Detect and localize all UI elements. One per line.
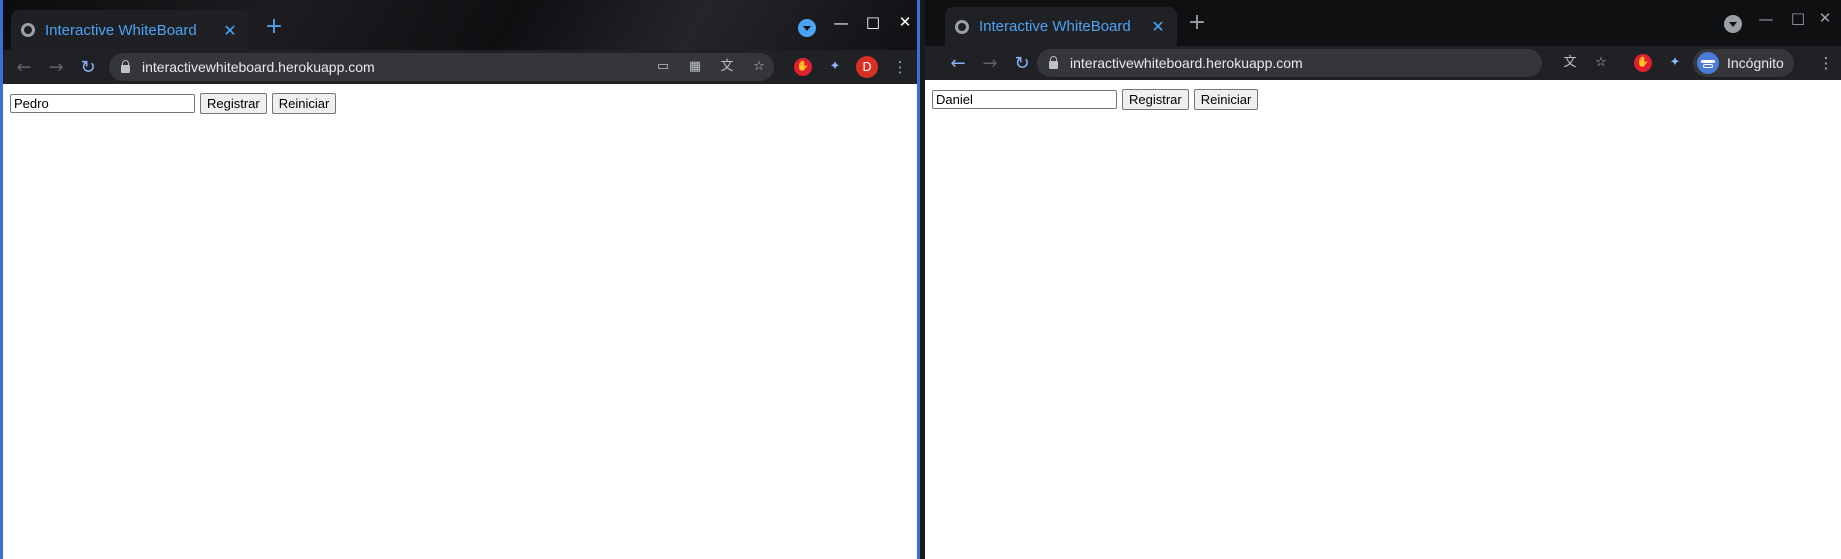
close-icon[interactable]: ✕	[221, 21, 239, 40]
plus-icon[interactable]: +	[1185, 12, 1209, 36]
star-icon[interactable]: ☆	[1592, 54, 1610, 72]
page-content: Registrar Reiniciar	[3, 84, 917, 559]
cast-icon[interactable]: ▭	[654, 58, 672, 76]
close-window-icon[interactable]: ✕	[894, 13, 916, 31]
kebab-menu-icon[interactable]: ⋮	[1817, 54, 1835, 72]
maximize-icon[interactable]: □	[862, 13, 884, 31]
avatar[interactable]: D	[856, 56, 878, 78]
incognito-label: Incógnito	[1727, 55, 1784, 71]
register-form: Registrar Reiniciar	[932, 89, 1259, 110]
forward-icon[interactable]: →	[979, 53, 1001, 74]
tab-title: Interactive WhiteBoard	[45, 21, 197, 39]
star-icon[interactable]: ☆	[750, 58, 768, 76]
register-button[interactable]: Registrar	[200, 93, 267, 114]
lock-icon	[121, 60, 130, 73]
incognito-icon	[1697, 52, 1719, 74]
minimize-icon[interactable]: —	[830, 14, 852, 32]
back-icon[interactable]: ←	[947, 53, 969, 74]
address-bar[interactable]: interactivewhiteboard.herokuapp.com	[109, 53, 774, 81]
globe-icon	[955, 19, 969, 34]
reset-button[interactable]: Reiniciar	[271, 93, 337, 114]
minimize-icon[interactable]: —	[1755, 10, 1777, 28]
tab-search-icon[interactable]	[1724, 15, 1742, 33]
plus-icon[interactable]: +	[262, 16, 286, 40]
incognito-badge[interactable]: Incógnito	[1693, 49, 1794, 77]
toolbar: ← → ↻ interactivewhiteboard.herokuapp.co…	[925, 46, 1841, 80]
tab-strip: Interactive WhiteBoard ✕ + — □ ✕	[925, 0, 1841, 46]
register-button[interactable]: Registrar	[1122, 89, 1189, 110]
adblock-icon[interactable]: ✋	[794, 58, 812, 76]
name-input[interactable]	[932, 90, 1117, 109]
address-bar[interactable]: interactivewhiteboard.herokuapp.com	[1037, 49, 1542, 77]
translate-icon[interactable]: 文	[1561, 54, 1579, 72]
qr-icon[interactable]: ▦	[686, 58, 704, 76]
url-text: interactivewhiteboard.herokuapp.com	[1070, 55, 1303, 71]
tab-search-icon[interactable]	[798, 19, 816, 37]
puzzle-icon[interactable]: ✦	[1666, 54, 1684, 72]
name-input[interactable]	[10, 94, 195, 113]
forward-icon[interactable]: →	[45, 57, 67, 78]
toolbar: ← → ↻ interactivewhiteboard.herokuapp.co…	[3, 50, 917, 84]
url-text: interactivewhiteboard.herokuapp.com	[142, 59, 375, 75]
tab-strip: Interactive WhiteBoard ✕ + — □ ✕	[3, 0, 917, 50]
tab-interactive-whiteboard[interactable]: Interactive WhiteBoard ✕	[945, 7, 1177, 46]
back-icon[interactable]: ←	[13, 57, 35, 78]
close-window-icon[interactable]: ✕	[1814, 9, 1836, 27]
browser-window-left: Interactive WhiteBoard ✕ + — □ ✕ ← → ↻ i…	[0, 0, 920, 559]
reset-button[interactable]: Reiniciar	[1193, 89, 1259, 110]
browser-window-right: Interactive WhiteBoard ✕ + — □ ✕ ← → ↻ i…	[925, 0, 1841, 559]
close-icon[interactable]: ✕	[1149, 17, 1167, 36]
translate-icon[interactable]: 文	[718, 58, 736, 76]
lock-icon	[1049, 56, 1058, 69]
page-content: Registrar Reiniciar	[925, 80, 1841, 559]
reload-icon[interactable]: ↻	[77, 57, 99, 78]
puzzle-icon[interactable]: ✦	[826, 58, 844, 76]
reload-icon[interactable]: ↻	[1011, 53, 1033, 74]
adblock-icon[interactable]: ✋	[1634, 54, 1652, 72]
tab-interactive-whiteboard[interactable]: Interactive WhiteBoard ✕	[11, 10, 249, 50]
kebab-menu-icon[interactable]: ⋮	[891, 58, 909, 76]
tab-title: Interactive WhiteBoard	[979, 18, 1131, 35]
maximize-icon[interactable]: □	[1787, 9, 1809, 27]
globe-icon	[21, 23, 35, 37]
register-form: Registrar Reiniciar	[10, 93, 337, 114]
